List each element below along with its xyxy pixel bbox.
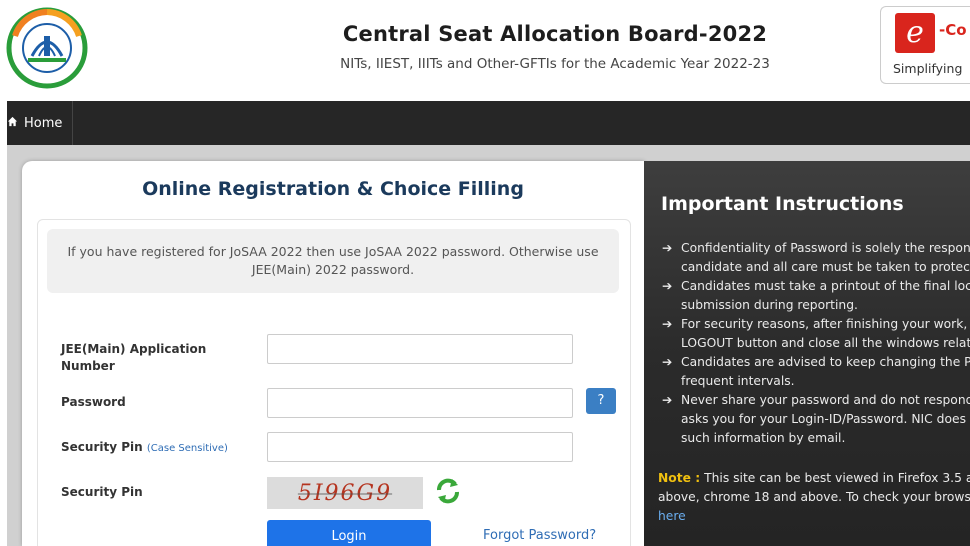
login-button[interactable]: Login bbox=[267, 520, 431, 546]
instruction-text: asks you for your Login-ID/Password. NIC… bbox=[681, 412, 970, 426]
arrow-right-icon: ➔ bbox=[662, 393, 673, 407]
logo-suffix: -Co bbox=[939, 21, 967, 39]
note-label: Note : bbox=[658, 471, 701, 485]
password-label: Password bbox=[61, 395, 126, 409]
instruction-item: ➔ Candidates are advised to keep changing… bbox=[658, 353, 970, 372]
instruction-text: LOGOUT button and close all the windows … bbox=[681, 336, 970, 350]
navbar: Home bbox=[7, 101, 970, 145]
application-number-input[interactable] bbox=[267, 334, 573, 364]
form-card: If you have registered for JoSAA 2022 th… bbox=[37, 219, 631, 546]
arrow-right-icon: ➔ bbox=[662, 241, 673, 255]
instruction-text: such information by email. bbox=[681, 431, 846, 445]
instruction-item: ➔ Candidates must take a printout of the … bbox=[658, 277, 970, 296]
login-panel: Online Registration & Choice Filling If … bbox=[22, 161, 644, 546]
instruction-text: Candidates must take a printout of the f… bbox=[681, 279, 970, 293]
instruction-continuation: submission during reporting. bbox=[658, 296, 970, 315]
instructions-panel: Important Instructions ➔ Confidentiality … bbox=[644, 161, 970, 546]
security-pin-input-label: Security Pin (Case Sensitive) bbox=[61, 439, 228, 457]
instruction-text: Confidentiality of Password is solely th… bbox=[681, 241, 970, 255]
application-number-label-line2: Number bbox=[61, 359, 115, 373]
instruction-item: ➔ For security reasons, after finishing y… bbox=[658, 315, 970, 334]
application-number-label: JEE(Main) Application Number bbox=[61, 341, 206, 375]
arrow-right-icon: ➔ bbox=[662, 355, 673, 369]
instruction-text: Never share your password and do not res… bbox=[681, 393, 970, 407]
captcha-text: 5I96G9 bbox=[297, 480, 393, 506]
security-pin-input[interactable] bbox=[267, 432, 573, 462]
page-title: Central Seat Allocation Board-2022 bbox=[342, 22, 768, 46]
captcha-image: 5I96G9 bbox=[267, 477, 423, 509]
notice-line-2: JEE(Main) 2022 password. bbox=[251, 262, 415, 277]
instruction-text: candidate and all care must be taken to … bbox=[681, 260, 970, 274]
instruction-text: Candidates are advised to keep changing … bbox=[681, 355, 970, 369]
browser-note: Note : This site can be best viewed in F… bbox=[658, 469, 970, 526]
instructions-title: Important Instructions bbox=[661, 193, 904, 215]
note-line-2: above, chrome 18 and above. To check you… bbox=[658, 490, 970, 504]
csab-logo-icon bbox=[6, 7, 88, 89]
logo-tagline: Simplifying bbox=[893, 61, 963, 76]
browser-check-link[interactable]: here bbox=[658, 509, 686, 523]
header: Central Seat Allocation Board-2022 NITs,… bbox=[0, 0, 970, 100]
instruction-continuation: candidate and all care must be taken to … bbox=[658, 258, 970, 277]
instruction-item: ➔ Confidentiality of Password is solely t… bbox=[658, 239, 970, 258]
case-sensitive-note: (Case Sensitive) bbox=[146, 443, 228, 454]
instruction-continuation: LOGOUT button and close all the windows … bbox=[658, 334, 970, 353]
title-block: Central Seat Allocation Board-2022 NITs,… bbox=[300, 22, 810, 72]
password-input[interactable] bbox=[267, 388, 573, 418]
form-title: Online Registration & Choice Filling bbox=[142, 178, 524, 200]
password-help-button[interactable]: ? bbox=[586, 388, 616, 414]
note-line-1: This site can be best viewed in Firefox … bbox=[704, 471, 970, 485]
instruction-text: For security reasons, after finishing yo… bbox=[681, 317, 970, 331]
home-icon bbox=[7, 116, 18, 131]
nav-home-link[interactable]: Home bbox=[7, 101, 74, 145]
notice-line-1: If you have registered for JoSAA 2022 th… bbox=[67, 244, 599, 259]
arrow-right-icon: ➔ bbox=[662, 317, 673, 331]
instruction-continuation: frequent intervals. bbox=[658, 372, 970, 391]
security-pin-label-text: Security Pin bbox=[61, 440, 143, 454]
arrow-right-icon: ➔ bbox=[662, 279, 673, 293]
refresh-captcha-icon[interactable] bbox=[433, 476, 463, 506]
ecounselling-logo: e -Co Simplifying bbox=[880, 6, 970, 84]
instruction-continuation: such information by email. bbox=[658, 429, 970, 448]
forgot-password-link[interactable]: Forgot Password? bbox=[483, 528, 596, 543]
instruction-continuation: asks you for your Login-ID/Password. NIC… bbox=[658, 410, 970, 429]
password-notice: If you have registered for JoSAA 2022 th… bbox=[47, 229, 619, 293]
nav-home-label: Home bbox=[24, 115, 63, 131]
captcha-label: Security Pin bbox=[61, 485, 143, 499]
instructions-list: ➔ Confidentiality of Password is solely t… bbox=[658, 239, 970, 448]
application-number-label-line1: JEE(Main) Application bbox=[61, 342, 207, 356]
instruction-text: submission during reporting. bbox=[681, 298, 858, 312]
instruction-text: frequent intervals. bbox=[681, 374, 795, 388]
page-subtitle: NITs, IIEST, IIITs and Other-GFTIs for t… bbox=[340, 56, 770, 72]
e-logo-icon: e bbox=[895, 13, 935, 53]
instruction-item: ➔ Never share your password and do not re… bbox=[658, 391, 970, 410]
